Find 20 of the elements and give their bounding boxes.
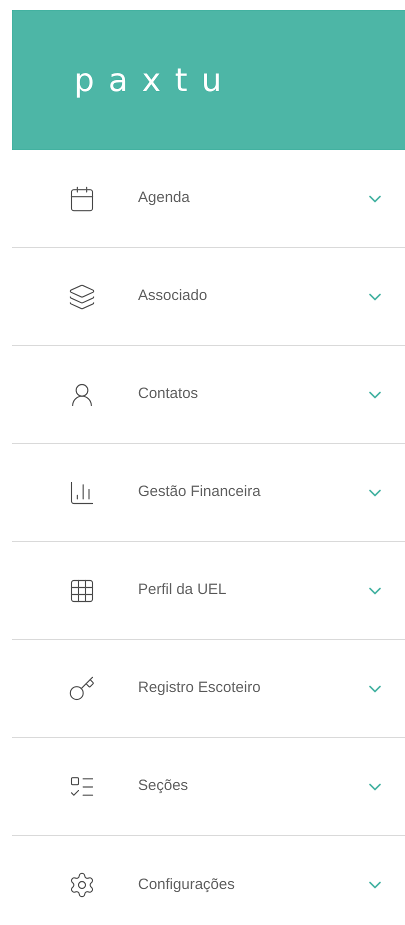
menu-item[interactable]: Agenda — [12, 150, 405, 248]
menu-item[interactable]: Registro Escoteiro — [12, 640, 405, 738]
key-icon — [68, 674, 96, 702]
calendar-icon — [68, 184, 96, 212]
menu-item[interactable]: Seções — [12, 738, 405, 836]
menu-label: Agenda — [138, 188, 191, 208]
menu-item[interactable]: Configurações — [12, 836, 405, 925]
menu-label: Contatos — [138, 384, 200, 404]
menu-item[interactable]: Perfil da UEL — [12, 542, 405, 640]
menu-item[interactable]: Contatos — [12, 346, 405, 444]
menu-label: Perfil da UEL — [138, 580, 228, 600]
menu-item[interactable]: Associado — [12, 248, 405, 346]
menu-label: Configurações — [138, 874, 236, 895]
menu-label: Seções — [138, 776, 190, 796]
menu-label: Registro Escoteiro — [138, 678, 262, 698]
layers-icon — [68, 282, 96, 310]
settings-icon — [68, 871, 96, 899]
menu-label: Associado — [138, 286, 208, 306]
menu-item[interactable]: Gestão Financeira — [12, 444, 405, 542]
menu-label: Gestão Financeira — [138, 482, 262, 502]
